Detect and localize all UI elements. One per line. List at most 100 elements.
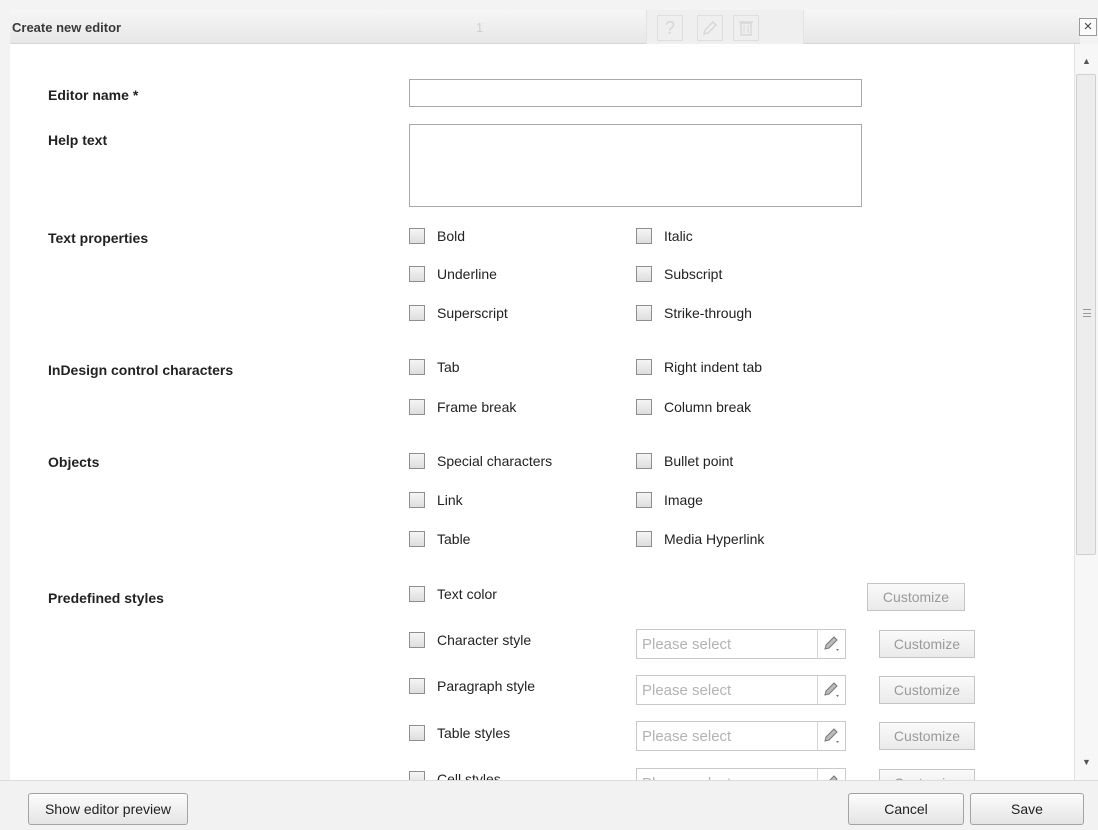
checkbox-box[interactable]: [409, 492, 425, 508]
checkbox-bullet-point[interactable]: Bullet point: [636, 453, 733, 469]
checkbox-cell-styles[interactable]: Cell styles: [409, 771, 501, 780]
checkbox-label: Paragraph style: [437, 678, 536, 694]
select-placeholder: Please select: [642, 636, 732, 653]
edit-icon: [697, 15, 723, 41]
checkbox-column-break[interactable]: Column break: [636, 399, 751, 415]
checkbox-bold[interactable]: Bold: [409, 228, 465, 244]
checkbox-box[interactable]: [409, 266, 425, 282]
scroll-up-arrow-icon[interactable]: ▲: [1075, 52, 1098, 70]
checkbox-box[interactable]: [409, 771, 425, 780]
checkbox-special-characters[interactable]: Special characters: [409, 453, 552, 469]
checkbox-box[interactable]: [409, 359, 425, 375]
grip-icon: [1083, 309, 1091, 317]
checkbox-box[interactable]: [636, 266, 652, 282]
dialog-title-bar: Create new editor 1 ?: [10, 10, 1080, 44]
checkbox-label: Strike-through: [664, 305, 752, 321]
checkbox-label: Frame break: [437, 399, 517, 415]
checkbox-box[interactable]: [636, 453, 652, 469]
show-editor-preview-button[interactable]: Show editor preview: [28, 793, 188, 825]
checkbox-box[interactable]: [636, 531, 652, 547]
checkbox-label: Tab: [437, 359, 460, 375]
checkbox-frame-break[interactable]: Frame break: [409, 399, 516, 415]
checkbox-paragraph-style[interactable]: Paragraph style: [409, 678, 535, 694]
checkbox-right-indent-tab[interactable]: Right indent tab: [636, 359, 762, 375]
customize-text-color-button[interactable]: Customize: [867, 583, 965, 611]
checkbox-italic[interactable]: Italic: [636, 228, 693, 244]
checkbox-box[interactable]: [409, 725, 425, 741]
checkbox-label: Text color: [437, 586, 497, 602]
checkbox-label: Superscript: [437, 305, 508, 321]
scroll-thumb[interactable]: [1076, 74, 1096, 555]
cancel-button[interactable]: Cancel: [848, 793, 964, 825]
background-number: 1: [476, 20, 484, 35]
checkbox-box[interactable]: [409, 531, 425, 547]
checkbox-table-styles[interactable]: Table styles: [409, 725, 510, 741]
predefined-styles-label: Predefined styles: [48, 590, 164, 606]
select-placeholder: Please select: [642, 728, 732, 745]
editor-name-input[interactable]: [409, 79, 862, 107]
help-text-textarea[interactable]: [409, 124, 862, 207]
background-toolbar: ?: [646, 10, 804, 44]
brush-picker-icon[interactable]: [817, 769, 845, 780]
help-icon: ?: [657, 15, 683, 41]
checkbox-box[interactable]: [636, 228, 652, 244]
dialog-footer: Show editor preview Cancel Save: [0, 780, 1098, 830]
table-styles-select[interactable]: Please select: [636, 721, 846, 751]
brush-picker-icon[interactable]: [817, 630, 845, 658]
checkbox-box[interactable]: [409, 586, 425, 602]
checkbox-text-color[interactable]: Text color: [409, 586, 497, 602]
select-placeholder: Please select: [642, 682, 732, 699]
checkbox-label: Underline: [437, 266, 497, 282]
checkbox-box[interactable]: [636, 399, 652, 415]
checkbox-media-hyperlink[interactable]: Media Hyperlink: [636, 531, 764, 547]
checkbox-box[interactable]: [636, 305, 652, 321]
checkbox-strike-through[interactable]: Strike-through: [636, 305, 752, 321]
checkbox-label: Table styles: [437, 725, 511, 741]
required-marker: *: [132, 87, 139, 103]
checkbox-superscript[interactable]: Superscript: [409, 305, 508, 321]
checkbox-image[interactable]: Image: [636, 492, 703, 508]
checkbox-box[interactable]: [409, 399, 425, 415]
save-button[interactable]: Save: [970, 793, 1084, 825]
customize-table-styles-button[interactable]: Customize: [879, 722, 975, 750]
cell-styles-select[interactable]: Please select: [636, 768, 846, 780]
checkbox-tab[interactable]: Tab: [409, 359, 460, 375]
checkbox-label: Character style: [437, 632, 532, 648]
checkbox-box[interactable]: [636, 492, 652, 508]
checkbox-underline[interactable]: Underline: [409, 266, 497, 282]
checkbox-label: Subscript: [664, 266, 723, 282]
customize-paragraph-style-button[interactable]: Customize: [879, 676, 975, 704]
vertical-scrollbar[interactable]: ▲ ▼: [1074, 44, 1098, 780]
brush-picker-icon[interactable]: [817, 722, 845, 750]
checkbox-box[interactable]: [409, 678, 425, 694]
objects-label: Objects: [48, 454, 100, 470]
editor-name-label-text: Editor name: [48, 87, 129, 103]
checkbox-label: Table: [437, 531, 471, 547]
checkbox-label: Bullet point: [664, 453, 734, 469]
checkbox-link[interactable]: Link: [409, 492, 463, 508]
scroll-down-arrow-icon[interactable]: ▼: [1075, 753, 1098, 771]
text-properties-label: Text properties: [48, 230, 149, 246]
brush-picker-icon[interactable]: [817, 676, 845, 704]
checkbox-table[interactable]: Table: [409, 531, 470, 547]
checkbox-box[interactable]: [409, 453, 425, 469]
checkbox-box[interactable]: [636, 359, 652, 375]
checkbox-subscript[interactable]: Subscript: [636, 266, 722, 282]
close-button[interactable]: ×: [1079, 18, 1097, 36]
checkbox-label: Italic: [664, 228, 693, 244]
checkbox-label: Image: [664, 492, 703, 508]
checkbox-character-style[interactable]: Character style: [409, 632, 531, 648]
character-style-select[interactable]: Please select: [636, 629, 846, 659]
dialog-content: Editor name * Help text Text properties B…: [10, 44, 1074, 780]
checkbox-label: Media Hyperlink: [664, 531, 765, 547]
close-icon: ×: [1083, 18, 1093, 35]
checkbox-label: Column break: [664, 399, 752, 415]
checkbox-box[interactable]: [409, 632, 425, 648]
paragraph-style-select[interactable]: Please select: [636, 675, 846, 705]
customize-cell-styles-button[interactable]: Customize: [879, 769, 975, 780]
trash-icon: [733, 15, 759, 41]
dialog-title: Create new editor: [12, 20, 122, 35]
checkbox-box[interactable]: [409, 228, 425, 244]
customize-character-style-button[interactable]: Customize: [879, 630, 975, 658]
checkbox-box[interactable]: [409, 305, 425, 321]
